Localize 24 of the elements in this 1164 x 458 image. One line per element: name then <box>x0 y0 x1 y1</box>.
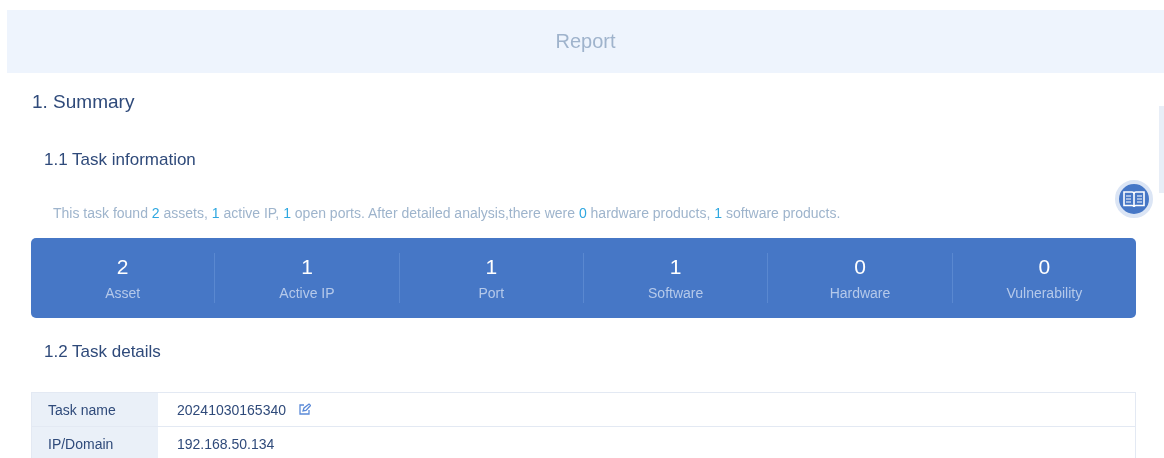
stat-value: 1 <box>301 255 313 279</box>
subsection-heading: 1.1 Task information <box>44 150 197 170</box>
stat-value: 2 <box>116 255 129 279</box>
subsection-heading: 1.2 Task details <box>44 342 162 362</box>
table-value: 192.168.50.134 <box>177 435 275 452</box>
report-title: Report <box>555 30 616 53</box>
section-heading: 1. Summary <box>32 91 136 113</box>
stat-label: Asset <box>105 285 141 301</box>
book-button[interactable] <box>1115 180 1153 218</box>
book-icon <box>1123 190 1145 208</box>
stat-value: 1 <box>669 255 682 279</box>
stat-value: 0 <box>854 255 866 279</box>
stat-value: 1 <box>485 255 498 279</box>
table-label-cell: IP/Domain <box>32 427 158 458</box>
stat-value: 0 <box>1038 255 1051 279</box>
summary-sentence: This task found 2 assets, 1 active IP, 1 open ports. After detailed analysis,there were 0 hardware products, 1 software products. <box>53 205 841 221</box>
stat-label: Vulnerability <box>1006 285 1083 301</box>
table-value: 20241030165340 <box>177 401 286 418</box>
stat-label: Software <box>648 285 704 301</box>
table-label-cell: Task name <box>32 393 158 426</box>
edit-icon[interactable] <box>298 403 311 416</box>
stat-label: Hardware <box>829 285 891 301</box>
stat-label: Active IP <box>279 285 335 301</box>
stat-label: Port <box>478 285 505 301</box>
